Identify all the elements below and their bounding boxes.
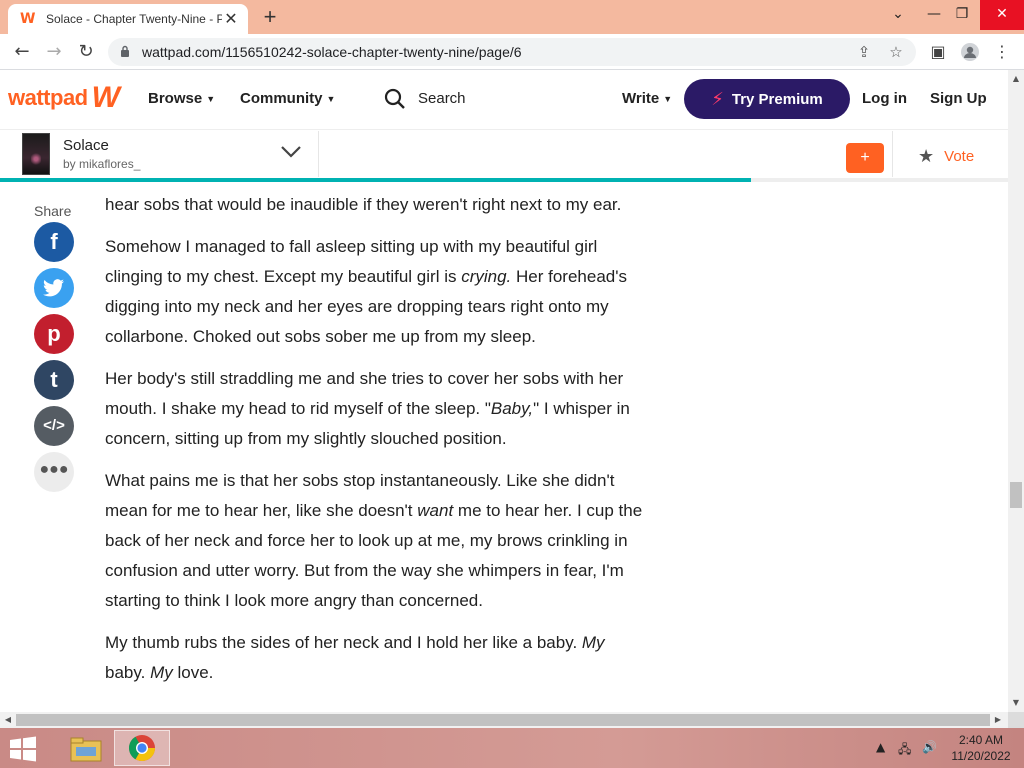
write-label: Write [622, 90, 660, 107]
wattpad-favicon-icon: W [20, 11, 36, 27]
cover-art [31, 152, 41, 166]
address-bar[interactable]: wattpad.com/1156510242-solace-chapter-tw… [108, 38, 916, 66]
caret-down-icon: ▼ [663, 94, 673, 105]
emphasis-text: My [581, 633, 605, 652]
more-options-icon[interactable]: ●●● [34, 452, 74, 492]
system-clock[interactable]: 2:40 AM 11/20/2022 [946, 732, 1016, 764]
close-window-button[interactable]: ✕ [980, 0, 1024, 30]
browse-menu[interactable]: Browse ▼ [148, 90, 215, 107]
tumblr-share-icon[interactable]: t [34, 360, 74, 400]
side-panel-icon[interactable]: ▣ [926, 40, 950, 64]
try-premium-button[interactable]: ⚡ Try Premium [684, 79, 850, 119]
paragraph-text: My thumb rubs the sides of her neck and … [105, 633, 582, 652]
browser-menu-icon[interactable]: ⋮ [990, 40, 1014, 64]
add-to-list-button[interactable]: + [846, 143, 884, 173]
emphasis-text: My [150, 663, 173, 682]
scroll-up-arrow-icon[interactable]: ▲ [1008, 74, 1024, 83]
horizontal-scrollbar[interactable]: ◀ ▶ [0, 712, 1008, 728]
divider [892, 131, 893, 177]
paragraph: My thumb rubs the sides of her neck and … [105, 628, 645, 688]
browser-toolbar: ← → ↻ wattpad.com/1156510242-solace-chap… [0, 34, 1024, 70]
caret-down-icon: ▼ [206, 94, 216, 105]
vote-label: Vote [944, 148, 975, 165]
search-icon[interactable] [384, 88, 406, 110]
browser-tabstrip: W Solace - Chapter Twenty-Nine - P ✕ + ⌄… [0, 0, 1024, 34]
browse-label: Browse [148, 90, 203, 107]
story-toolbar: Solace by mikaflores_ + ★ Vote [0, 131, 1008, 181]
windows-taskbar: ▲ 🖧 🔊 2:40 AM 11/20/2022 [0, 728, 1024, 768]
write-menu[interactable]: Write ▼ [622, 90, 672, 107]
story-content: hear sobs that would be inaudible if the… [105, 190, 645, 700]
logo-wordmark: wattpad [8, 85, 88, 110]
clock-date: 11/20/2022 [951, 749, 1011, 763]
reload-icon[interactable]: ↻ [74, 40, 98, 64]
premium-label: Try Premium [731, 90, 823, 108]
share-label: Share [34, 203, 72, 219]
signup-link[interactable]: Sign Up [930, 90, 987, 107]
paragraph: What pains me is that her sobs stop inst… [105, 466, 645, 616]
emphasis-text: crying. [461, 267, 512, 286]
story-title[interactable]: Solace [63, 137, 109, 154]
paragraph-text: hear sobs that would be inaudible if the… [105, 195, 622, 214]
restore-button[interactable]: ❐ [940, 0, 984, 30]
community-label: Community [240, 90, 323, 107]
pinterest-share-icon[interactable]: p [34, 314, 74, 354]
embed-code-icon[interactable]: </> [34, 406, 74, 446]
caret-down-icon: ▼ [326, 94, 336, 105]
chevron-down-icon[interactable] [280, 145, 302, 159]
wattpad-logo[interactable]: wattpad W [8, 81, 120, 114]
story-author[interactable]: by mikaflores_ [63, 157, 140, 171]
lock-icon [121, 45, 129, 57]
profile-avatar-icon[interactable] [958, 40, 982, 64]
reading-progress-bar [0, 178, 1008, 182]
twitter-share-icon[interactable] [34, 268, 74, 308]
vertical-scrollbar[interactable]: ▲ ▼ [1008, 70, 1024, 712]
paragraph: hear sobs that would be inaudible if the… [105, 190, 645, 220]
vote-button[interactable]: ★ Vote [918, 146, 974, 167]
new-tab-button[interactable]: + [258, 6, 282, 30]
url-text: wattpad.com/1156510242-solace-chapter-tw… [142, 44, 522, 60]
paragraph: Her body's still straddling me and she t… [105, 364, 645, 454]
divider [318, 131, 319, 177]
emphasis-text: Baby, [490, 399, 534, 418]
tray-expand-icon[interactable]: ▲ [876, 740, 885, 754]
browser-tab-active[interactable]: W Solace - Chapter Twenty-Nine - P ✕ [8, 4, 248, 34]
paragraph: Somehow I managed to fall asleep sitting… [105, 232, 645, 352]
search-input[interactable]: Search [418, 90, 466, 107]
file-explorer-taskbar-icon[interactable] [58, 730, 114, 766]
scroll-left-arrow-icon[interactable]: ◀ [0, 715, 16, 724]
clock-time: 2:40 AM [958, 733, 1004, 747]
volume-icon[interactable]: 🔊 [922, 740, 937, 754]
scroll-right-arrow-icon[interactable]: ▶ [990, 715, 1006, 724]
tab-title: Solace - Chapter Twenty-Nine - P [46, 12, 222, 26]
bookmark-star-icon[interactable]: ☆ [886, 42, 906, 62]
share-page-icon[interactable]: ⇪ [854, 42, 874, 62]
star-icon: ★ [918, 146, 935, 167]
tab-close-icon[interactable]: ✕ [222, 9, 240, 29]
facebook-share-icon[interactable]: f [34, 222, 74, 262]
scroll-down-arrow-icon[interactable]: ▼ [1008, 698, 1024, 707]
emphasis-text: want [417, 501, 454, 520]
site-header: wattpad W Browse ▼ Community ▼ Search Writ… [0, 70, 1008, 130]
forward-arrow-icon[interactable]: → [42, 40, 66, 64]
lightning-bolt-icon: ⚡ [711, 88, 724, 109]
windows-start-icon[interactable] [8, 736, 38, 762]
network-icon[interactable]: 🖧 [898, 740, 911, 761]
chrome-taskbar-icon[interactable] [114, 730, 170, 766]
paragraph-text: love. [172, 663, 214, 682]
vertical-scroll-thumb[interactable] [1010, 482, 1022, 508]
horizontal-scroll-thumb[interactable] [16, 714, 990, 726]
community-menu[interactable]: Community ▼ [240, 90, 335, 107]
reading-progress-fill [0, 178, 751, 182]
login-link[interactable]: Log in [862, 90, 907, 107]
back-arrow-icon[interactable]: ← [10, 40, 34, 64]
story-cover-thumbnail[interactable] [22, 133, 50, 175]
paragraph-text: baby. [105, 663, 151, 682]
logo-w-icon: W [91, 81, 120, 114]
scrollbar-corner [1008, 712, 1024, 728]
